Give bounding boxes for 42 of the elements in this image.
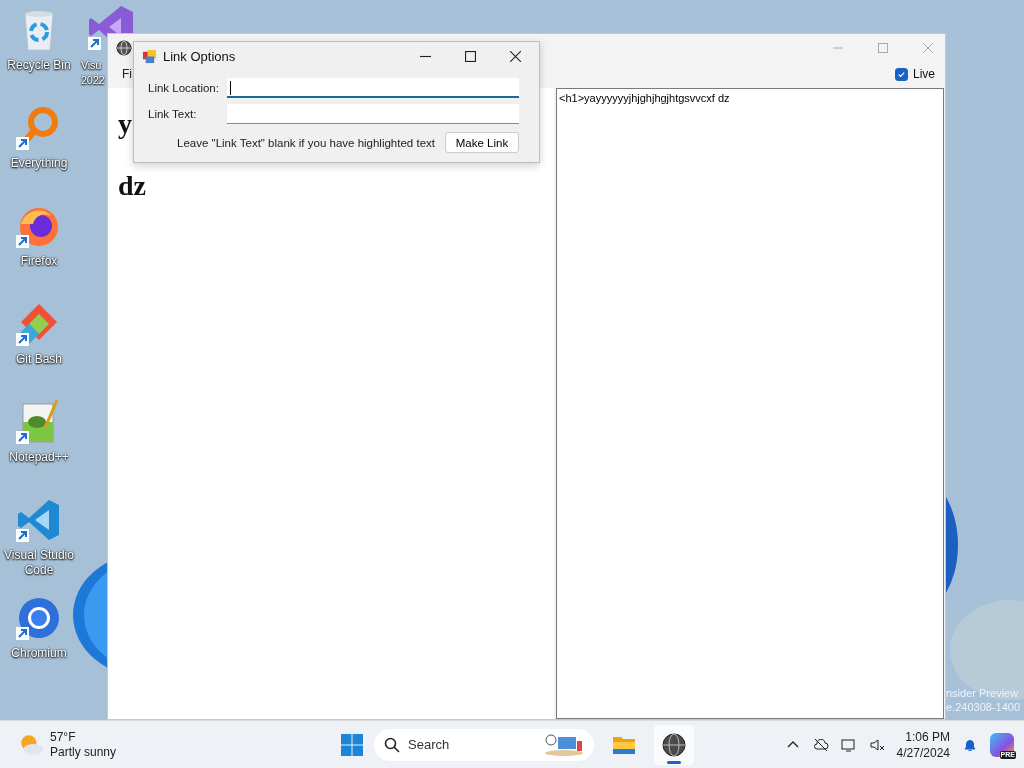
watermark-text: nsider Preview — [946, 686, 1020, 700]
desktop-icon-label[interactable]: Visu 2022 — [81, 58, 106, 88]
field-label: Link Location: — [148, 82, 220, 94]
cloud-off-icon[interactable] — [812, 736, 829, 753]
monitor-icon[interactable] — [840, 736, 857, 753]
make-link-button[interactable]: Make Link — [445, 132, 519, 153]
maximize-icon[interactable] — [465, 50, 476, 62]
window-title: Link Options — [163, 48, 236, 64]
live-checkbox[interactable] — [895, 67, 908, 81]
search-icon — [384, 736, 400, 753]
watermark-text: e.240308-1400 — [946, 700, 1021, 714]
heading-text: dz — [118, 170, 146, 202]
speaker-muted-icon[interactable] — [868, 736, 885, 753]
check-icon — [897, 69, 906, 79]
desktop-icon-label[interactable]: Visual Studio Code — [2, 548, 76, 578]
desktop-icon-label[interactable]: Everything — [2, 156, 76, 171]
weather-text: Partly sunny — [50, 744, 117, 760]
desk-computer-icon — [544, 732, 584, 757]
desktop-icon-label[interactable]: Recycle Bin — [2, 58, 76, 73]
input-field[interactable] — [227, 104, 519, 124]
desktop-icon-label[interactable]: Chromium — [2, 646, 76, 661]
hint-text: Leave "Link Text" blank if you have highlighted text — [177, 136, 435, 149]
close-icon[interactable] — [510, 50, 521, 62]
source-text: <h1>yayyyyyyjhjghjhgjhtgsvvcxf dz — [559, 92, 730, 104]
source-text-area[interactable]: <h1>yayyyyyyjhjghjhgjhtgsvvcxf dz — [556, 88, 944, 719]
checkbox-label: Live — [913, 67, 935, 81]
desktop-icon-label[interactable]: Firefox — [2, 254, 76, 269]
search-field[interactable]: Search — [374, 728, 594, 761]
windows-start-icon[interactable] — [340, 732, 364, 757]
field-label: Link Text: — [148, 108, 198, 120]
desktop-icon-label[interactable]: Notepad++ — [2, 450, 76, 465]
temperature-text: 57°F — [50, 729, 77, 745]
date-text[interactable]: 4/27/2024 — [896, 744, 950, 761]
heading-text: y — [118, 108, 132, 140]
input-field[interactable] — [227, 78, 519, 98]
globe-icon — [116, 40, 132, 56]
desktop-icon-label[interactable]: Git Bash — [2, 352, 76, 367]
menu-item[interactable]: Fi — [122, 67, 132, 81]
window-icon — [142, 48, 157, 64]
time-text[interactable]: 1:06 PM — [905, 728, 950, 745]
taskbar-app-button[interactable] — [654, 724, 694, 765]
globe-icon — [662, 732, 686, 757]
